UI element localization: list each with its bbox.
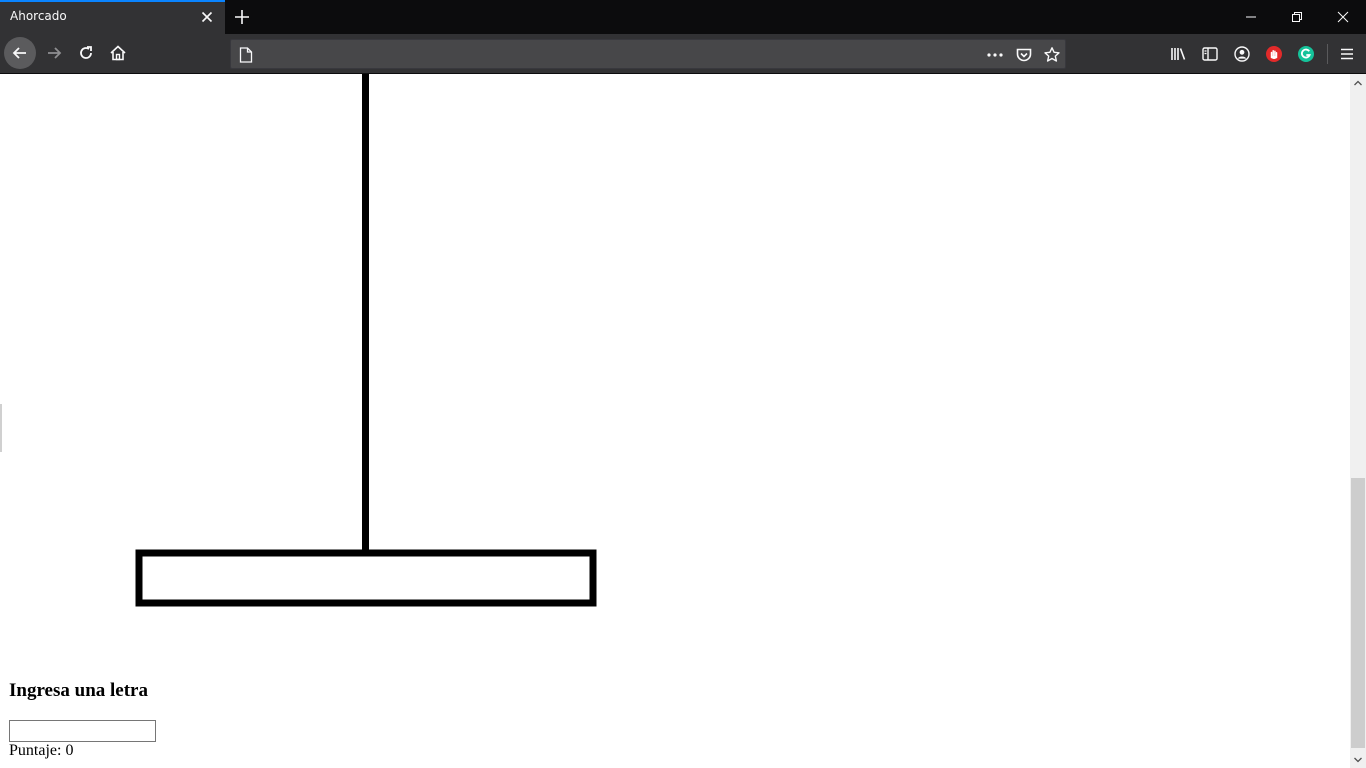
sidebar-icon[interactable] (1200, 44, 1220, 64)
page-viewport: Ingresa una letra Puntaje: 0 (0, 74, 1350, 768)
tab-close-icon[interactable] (199, 9, 215, 25)
gallows-base (135, 549, 597, 607)
hand-stop-icon[interactable] (1264, 44, 1284, 64)
letter-input[interactable] (9, 720, 156, 742)
home-icon[interactable] (102, 37, 134, 69)
hamburger-menu-icon[interactable] (1337, 44, 1357, 64)
hangman-canvas (135, 74, 597, 607)
grammarly-icon[interactable] (1296, 44, 1316, 64)
new-tab-plus-icon[interactable] (232, 7, 252, 27)
score-label: Puntaje: (9, 742, 62, 759)
window-restore-icon[interactable] (1274, 0, 1320, 34)
gallows-pole (362, 74, 369, 550)
forward-arrow-icon[interactable] (38, 37, 70, 69)
page-icon (239, 47, 253, 68)
score-line: Puntaje: 0 (9, 742, 73, 760)
pocket-icon[interactable] (1015, 46, 1033, 69)
tab-title: Ahorcado (10, 9, 67, 23)
scrollbar-thumb[interactable] (1351, 478, 1365, 748)
letter-prompt-heading: Ingresa una letra (9, 680, 148, 701)
scroll-down-arrow-icon[interactable] (1350, 751, 1366, 768)
window-minimize-icon[interactable] (1228, 0, 1274, 34)
more-dots-icon[interactable] (986, 46, 1004, 69)
account-icon[interactable] (1232, 44, 1252, 64)
toolbar-separator (1327, 44, 1328, 64)
url-input[interactable] (263, 44, 963, 64)
score-value: 0 (65, 742, 74, 759)
tab-active-indicator (0, 0, 225, 2)
title-bar: Ahorcado (0, 0, 1366, 34)
bookmark-star-icon[interactable] (1043, 46, 1061, 69)
scroll-up-arrow-icon[interactable] (1350, 74, 1366, 91)
navigation-toolbar (0, 34, 1366, 74)
url-bar[interactable] (230, 39, 1066, 69)
page-scrollbar[interactable] (1350, 74, 1366, 768)
back-arrow-icon[interactable] (4, 37, 36, 69)
tab-ahorcado[interactable]: Ahorcado (0, 0, 225, 34)
library-icon[interactable] (1168, 44, 1188, 64)
reload-icon[interactable] (70, 37, 102, 69)
window-close-icon[interactable] (1320, 0, 1366, 34)
